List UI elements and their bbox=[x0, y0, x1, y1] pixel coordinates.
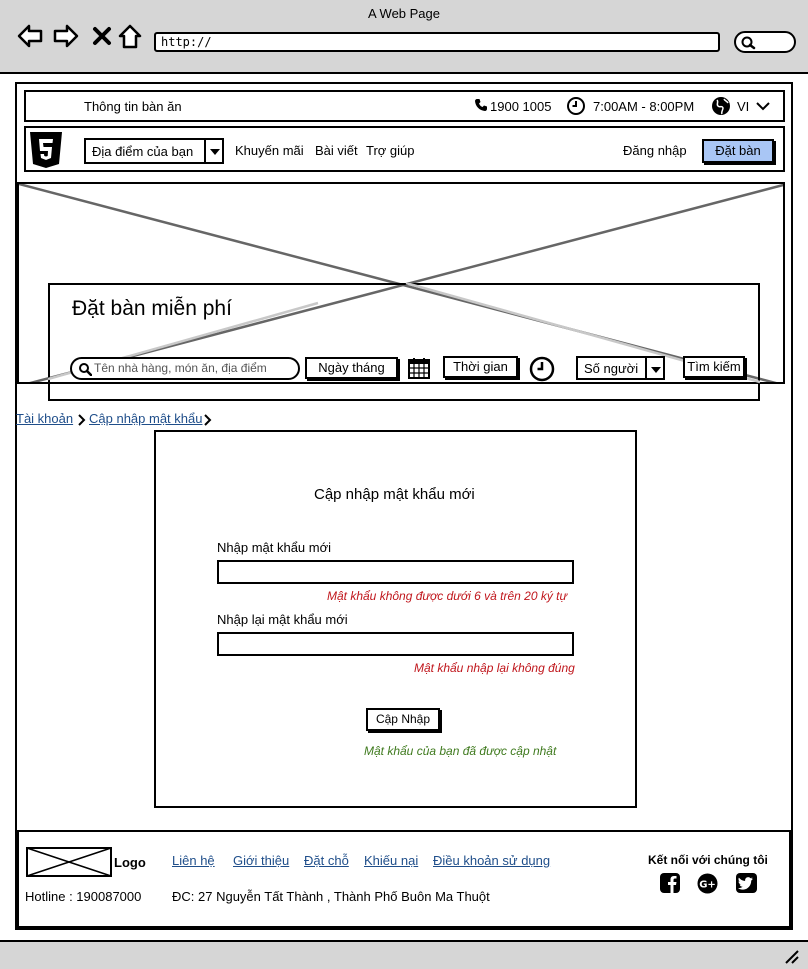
forward-arrow-icon[interactable] bbox=[52, 22, 80, 50]
clock-icon[interactable] bbox=[529, 356, 555, 382]
new-password-input[interactable] bbox=[217, 560, 574, 584]
chevron-right-icon bbox=[204, 414, 212, 426]
new-password-error: Mật khẩu không được dưới 6 và trên 20 ký… bbox=[327, 589, 568, 603]
search-button[interactable]: Tìm kiếm bbox=[683, 356, 745, 378]
booking-title: Đặt bàn miễn phí bbox=[72, 297, 232, 320]
confirm-password-input[interactable] bbox=[217, 632, 574, 656]
browser-search-box[interactable] bbox=[734, 31, 796, 53]
location-select-value: Địa điểm của bạn bbox=[92, 144, 194, 159]
chevron-down-icon[interactable] bbox=[756, 101, 770, 111]
new-password-label: Nhập mật khẩu mới bbox=[217, 540, 332, 555]
logo-image-icon bbox=[26, 847, 112, 877]
footer-logo-text: Logo bbox=[114, 855, 146, 870]
people-select-value: Số người bbox=[584, 361, 639, 376]
language-label[interactable]: VI bbox=[737, 99, 749, 114]
footer-link-booking[interactable]: Đặt chỗ bbox=[304, 853, 349, 868]
search-placeholder: Tên nhà hàng, món ăn, địa điểm bbox=[94, 361, 267, 375]
breadcrumb-account[interactable]: Tài khoản bbox=[16, 411, 73, 426]
nav-link-promotions[interactable]: Khuyến mãi bbox=[235, 143, 304, 158]
html5-logo-icon[interactable] bbox=[28, 131, 64, 169]
search-icon bbox=[79, 363, 92, 376]
url-bar[interactable]: http:// bbox=[154, 32, 720, 52]
restaurant-search-input[interactable]: Tên nhà hàng, món ăn, địa điểm bbox=[70, 357, 300, 380]
success-message: Mật khẩu của bạn đã được cập nhật bbox=[364, 744, 557, 758]
browser-status-bar bbox=[0, 940, 808, 969]
clock-icon bbox=[567, 97, 585, 115]
nav-link-help[interactable]: Trợ giúp bbox=[366, 143, 415, 158]
dropdown-arrow-icon bbox=[204, 140, 222, 162]
form-title: Cập nhập mật khẩu mới bbox=[314, 486, 475, 503]
google-plus-icon[interactable]: G+ bbox=[697, 873, 718, 894]
update-password-button[interactable]: Cập Nhập bbox=[366, 708, 440, 731]
nav-link-articles[interactable]: Bài viết bbox=[315, 143, 358, 158]
date-field[interactable]: Ngày tháng bbox=[305, 357, 398, 379]
time-field[interactable]: Thời gian bbox=[443, 356, 518, 378]
login-link[interactable]: Đăng nhập bbox=[623, 143, 687, 158]
people-select[interactable]: Số người bbox=[576, 356, 665, 380]
chevron-right-icon bbox=[78, 414, 86, 426]
opening-hours: 7:00AM - 8:00PM bbox=[593, 99, 695, 114]
home-icon[interactable] bbox=[116, 22, 144, 50]
phone-number: 1900 1005 bbox=[490, 99, 552, 114]
footer-link-terms[interactable]: Điều khoản sử dụng bbox=[433, 853, 550, 868]
footer-link-complaints[interactable]: Khiếu nại bbox=[364, 853, 418, 868]
resize-grip-icon[interactable] bbox=[784, 950, 800, 964]
social-title: Kết nối với chúng tôi bbox=[648, 853, 768, 867]
location-select[interactable]: Địa điểm của bạn bbox=[84, 138, 224, 164]
close-icon[interactable] bbox=[88, 22, 116, 50]
footer-address: ĐC: 27 Nguyễn Tất Thành , Thành Phố Buôn… bbox=[172, 889, 490, 904]
confirm-password-error: Mật khẩu nhập lại không đúng bbox=[414, 661, 575, 675]
confirm-password-label: Nhập lại mật khẩu mới bbox=[217, 612, 348, 627]
search-icon bbox=[741, 36, 756, 50]
svg-text:G+: G+ bbox=[699, 880, 716, 891]
footer-hotline: Hotline : 190087000 bbox=[25, 889, 142, 904]
dropdown-arrow-icon bbox=[645, 358, 663, 378]
twitter-icon[interactable] bbox=[736, 873, 757, 893]
window-title: A Web Page bbox=[367, 6, 441, 21]
footer-link-contact[interactable]: Liên hệ bbox=[172, 853, 215, 868]
breadcrumb-update-password[interactable]: Cập nhập mật khẩu bbox=[89, 411, 202, 426]
globe-icon[interactable] bbox=[711, 96, 731, 116]
footer-link-about[interactable]: Giới thiệu bbox=[233, 853, 289, 868]
calendar-icon[interactable] bbox=[407, 356, 431, 380]
phone-icon bbox=[475, 99, 487, 111]
site-info-text: Thông tin bàn ăn bbox=[84, 99, 182, 114]
back-arrow-icon[interactable] bbox=[16, 22, 44, 50]
facebook-icon[interactable] bbox=[660, 873, 680, 893]
book-table-button[interactable]: Đặt bàn bbox=[702, 139, 774, 163]
